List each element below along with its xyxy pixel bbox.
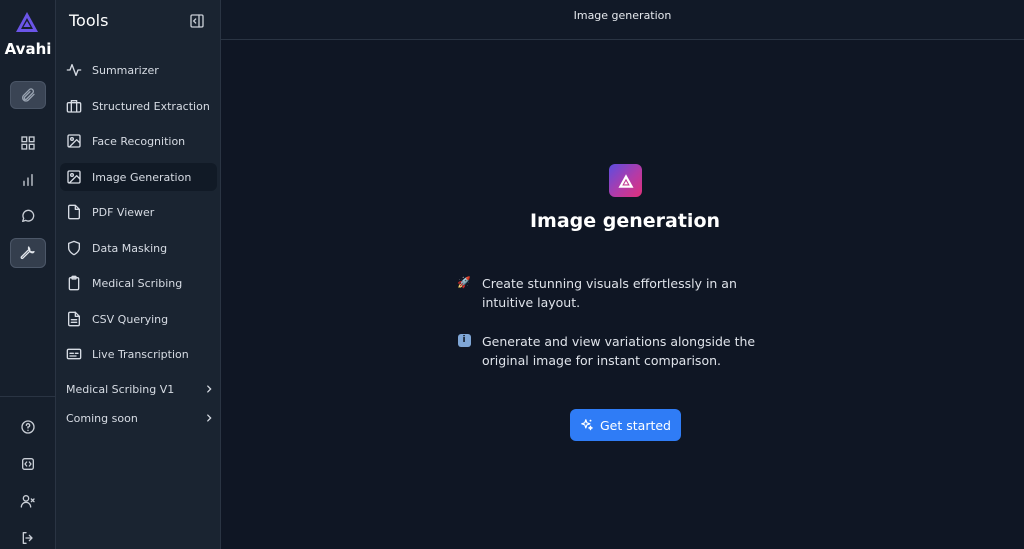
sidebar-title: Tools bbox=[69, 11, 109, 30]
analytics-button[interactable] bbox=[10, 166, 46, 194]
chat-bubble-icon bbox=[22, 209, 35, 222]
tool-item-label: Live Transcription bbox=[92, 347, 189, 361]
tool-item-label: Summarizer bbox=[92, 63, 159, 77]
tool-item-csv-querying[interactable]: CSV Querying bbox=[60, 305, 217, 333]
get-started-label: Get started bbox=[600, 417, 671, 433]
group-label: Medical Scribing V1 bbox=[66, 382, 175, 396]
wrench-icon bbox=[20, 246, 35, 260]
tool-item-image-generation[interactable]: Image Generation bbox=[60, 163, 217, 191]
tool-item-medical-scribing[interactable]: Medical Scribing bbox=[60, 269, 217, 297]
captions-icon bbox=[66, 346, 82, 362]
image-icon bbox=[66, 169, 82, 185]
sparkles-icon bbox=[581, 419, 593, 431]
get-started-button[interactable]: Get started bbox=[570, 409, 681, 441]
tool-item-label: Image Generation bbox=[92, 170, 192, 184]
chat-button[interactable] bbox=[10, 202, 46, 230]
group-coming-soon[interactable]: Coming soon bbox=[66, 407, 214, 429]
tool-item-label: Structured Extraction bbox=[92, 99, 210, 113]
user-x-icon bbox=[20, 495, 35, 508]
image-icon bbox=[66, 133, 82, 149]
tool-item-live-transcription[interactable]: Live Transcription bbox=[60, 340, 217, 368]
tool-item-data-masking[interactable]: Data Masking bbox=[60, 234, 217, 262]
feature-point-text: Create stunning visuals effortlessly in … bbox=[482, 276, 737, 310]
page-title: Image generation bbox=[529, 210, 721, 232]
group-medical-scribing-v1[interactable]: Medical Scribing V1 bbox=[66, 378, 214, 400]
group-label: Coming soon bbox=[66, 411, 138, 425]
tool-item-label: CSV Querying bbox=[92, 312, 169, 326]
attachment-button[interactable] bbox=[10, 81, 46, 109]
tool-item-label: PDF Viewer bbox=[92, 205, 155, 219]
help-button[interactable] bbox=[10, 413, 46, 441]
rocket-emoji: 🚀 bbox=[457, 275, 471, 289]
collapse-sidebar-icon[interactable] bbox=[189, 13, 205, 29]
user-remove-button[interactable] bbox=[10, 487, 46, 515]
tools-button[interactable] bbox=[10, 238, 46, 268]
tool-item-face-recognition[interactable]: Face Recognition bbox=[60, 127, 217, 155]
chevron-right-icon bbox=[207, 414, 212, 422]
tool-item-label: Face Recognition bbox=[92, 134, 186, 148]
file-icon bbox=[66, 204, 82, 220]
triangle-logo-icon bbox=[618, 173, 633, 188]
info-emoji: i bbox=[457, 333, 471, 347]
feature-point: 🚀 Create stunning visuals effortlessly i… bbox=[457, 274, 787, 312]
feature-point: i Generate and view variations alongside… bbox=[457, 332, 787, 370]
tool-item-structured-extraction[interactable]: Structured Extraction bbox=[60, 92, 217, 120]
shield-icon bbox=[66, 240, 82, 256]
main-panel: Image generation Image generation 🚀 Crea… bbox=[221, 0, 1024, 549]
help-circle-icon bbox=[21, 420, 35, 434]
feature-point-text: Generate and view variations alongside t… bbox=[482, 334, 756, 368]
triangle-logo-icon bbox=[16, 12, 38, 32]
logout-icon bbox=[22, 532, 33, 544]
header-title: Image generation bbox=[573, 9, 672, 22]
rail-divider bbox=[0, 396, 56, 397]
grid-icon bbox=[21, 136, 35, 150]
paperclip-icon bbox=[22, 88, 35, 102]
tool-item-label: Medical Scribing bbox=[92, 276, 183, 290]
code-icon bbox=[22, 458, 34, 470]
clipboard-icon bbox=[66, 275, 82, 291]
bar-chart-icon bbox=[23, 174, 33, 186]
file-text-icon bbox=[66, 311, 82, 327]
tool-item-summarizer[interactable]: Summarizer bbox=[60, 56, 217, 84]
briefcase-icon bbox=[66, 98, 82, 114]
dashboard-button[interactable] bbox=[10, 129, 46, 157]
code-button[interactable] bbox=[10, 450, 46, 478]
brand-name: Avahi bbox=[4, 40, 52, 58]
chevron-right-icon bbox=[207, 385, 212, 393]
icon-rail: Avahi bbox=[0, 0, 56, 549]
logout-button[interactable] bbox=[10, 524, 46, 549]
feature-badge bbox=[609, 164, 642, 197]
page-header: Image generation bbox=[221, 0, 1024, 40]
activity-icon bbox=[66, 62, 82, 78]
tools-sidebar: Tools Summarizer Structured Extraction F… bbox=[56, 0, 221, 549]
tool-item-label: Data Masking bbox=[92, 241, 168, 255]
tool-item-pdf-viewer[interactable]: PDF Viewer bbox=[60, 198, 217, 226]
